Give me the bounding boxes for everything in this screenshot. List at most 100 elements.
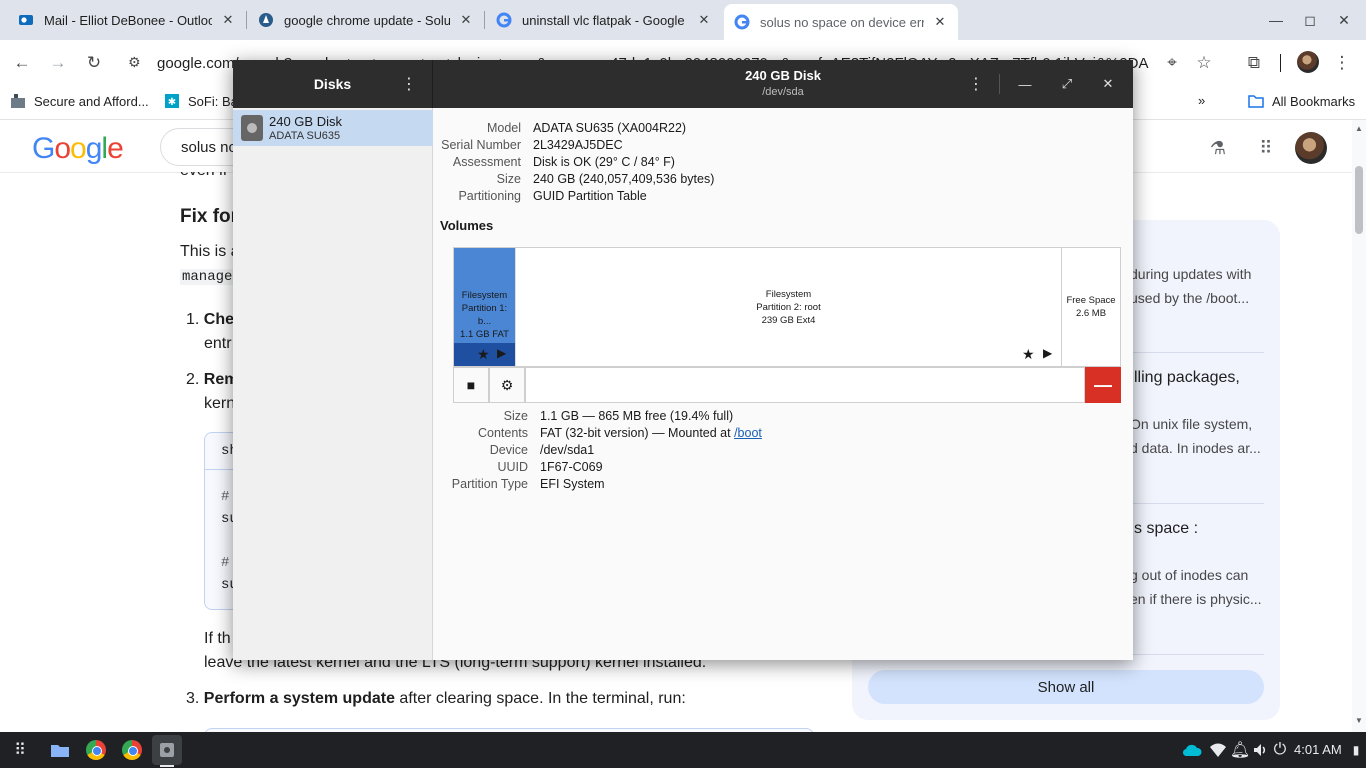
minimize-icon[interactable]: — bbox=[1015, 74, 1035, 94]
close-window-icon[interactable]: ✕ bbox=[1098, 74, 1118, 94]
tab-separator bbox=[246, 11, 247, 29]
page-scrollbar[interactable]: ▲ ▼ bbox=[1352, 120, 1366, 732]
detail-value: FAT (32-bit version) — Mounted at /boot bbox=[540, 426, 762, 440]
forward-icon[interactable]: → bbox=[46, 51, 70, 75]
bookmark-star-icon[interactable]: ☆ bbox=[1192, 51, 1216, 75]
labs-flask-icon[interactable]: ⚗ bbox=[1206, 136, 1230, 160]
step-3: 3. Perform a system update after clearin… bbox=[186, 690, 686, 707]
detail-key: Device bbox=[489, 443, 528, 457]
battery-icon[interactable]: ▮ bbox=[1344, 738, 1366, 762]
clock[interactable]: 4:01 AM bbox=[1294, 742, 1342, 757]
folder-icon bbox=[1248, 93, 1264, 109]
source-title[interactable]: lling packages, bbox=[1134, 369, 1240, 387]
active-app-indicator bbox=[160, 765, 174, 767]
disks-app-icon[interactable] bbox=[152, 735, 182, 765]
site-info-icon[interactable]: ⚙ bbox=[128, 54, 141, 71]
info-key: Partitioning bbox=[458, 189, 521, 203]
apps-grid-icon[interactable]: ⠿ bbox=[1254, 136, 1278, 160]
google-logo[interactable]: Google bbox=[32, 132, 124, 166]
sidebar-item-240gb-disk[interactable]: 240 GB Disk ADATA SU635 bbox=[233, 110, 433, 146]
scroll-down-icon[interactable]: ▼ bbox=[1355, 716, 1363, 725]
disk-menu-icon[interactable]: ⋮ bbox=[966, 74, 986, 94]
files-app-icon[interactable] bbox=[48, 738, 72, 762]
close-tab-icon[interactable]: ✕ bbox=[220, 12, 236, 28]
partition-settings-button[interactable]: ⚙ bbox=[489, 367, 525, 403]
google-account-avatar[interactable] bbox=[1295, 132, 1327, 164]
extensions-icon[interactable]: ⧉ bbox=[1242, 51, 1266, 75]
scroll-up-icon[interactable]: ▲ bbox=[1355, 124, 1363, 133]
partition-2-segment[interactable]: Filesystem Partition 2: root 239 GB Ext4 bbox=[515, 248, 1061, 366]
profile-avatar[interactable] bbox=[1297, 51, 1319, 73]
detail-key: Size bbox=[503, 409, 528, 423]
source-snippet[interactable]: d data. In inodes ar... bbox=[1130, 436, 1261, 460]
inline-code: manage bbox=[180, 269, 235, 285]
back-icon[interactable]: ← bbox=[10, 51, 34, 75]
tab-separator bbox=[484, 11, 485, 29]
sofi-icon: ✱ bbox=[164, 93, 180, 109]
toolbar-divider bbox=[1280, 54, 1281, 72]
disks-sidebar: 240 GB Disk ADATA SU635 bbox=[233, 108, 433, 660]
detail-key: Contents bbox=[477, 426, 528, 440]
free-space-segment[interactable]: Free Space 2.6 MB bbox=[1061, 248, 1120, 366]
disks-window: Disks ⋮ 240 GB Disk /dev/sda ⋮ — ⤢ ✕ 240… bbox=[233, 60, 1133, 660]
svg-text:✱: ✱ bbox=[168, 97, 176, 108]
bookmark-item[interactable]: Secure and Afford... bbox=[10, 93, 149, 109]
boot-mount-link[interactable]: /boot bbox=[734, 426, 762, 440]
minimize-icon[interactable]: — bbox=[1264, 8, 1288, 32]
volumes-heading: Volumes bbox=[440, 218, 494, 233]
tab-chrome-update[interactable]: google chrome update - Solus ✕ bbox=[248, 4, 484, 36]
bookmark-item[interactable]: ✱ SoFi: Ba bbox=[164, 93, 238, 109]
tab-uninstall-vlc[interactable]: uninstall vlc flatpak - Google S ✕ bbox=[486, 4, 722, 36]
unmount-stop-button[interactable]: ■ bbox=[453, 367, 489, 403]
detail-key: UUID bbox=[497, 460, 528, 474]
menu-kebab-icon[interactable]: ⋮ bbox=[1330, 51, 1354, 75]
play-icon: ▶ bbox=[1043, 346, 1053, 360]
maximize-icon[interactable]: ◻ bbox=[1298, 8, 1322, 32]
result-text: This is a bbox=[180, 243, 240, 260]
hard-disk-icon bbox=[241, 115, 263, 141]
chrome-app-icon[interactable] bbox=[84, 738, 108, 762]
detail-value: /dev/sda1 bbox=[540, 443, 595, 457]
step-2: 2. Rem bbox=[186, 371, 239, 388]
close-tab-icon[interactable]: ✕ bbox=[932, 14, 948, 30]
close-tab-icon[interactable]: ✕ bbox=[458, 12, 474, 28]
result-text: If th bbox=[204, 630, 231, 647]
source-snippet[interactable]: during updates with bbox=[1130, 262, 1251, 286]
cloud-sync-icon[interactable] bbox=[1180, 738, 1204, 762]
scrollbar-thumb[interactable] bbox=[1355, 166, 1363, 234]
source-snippet[interactable]: en if there is physic... bbox=[1130, 587, 1262, 611]
maximize-icon[interactable]: ⤢ bbox=[1057, 74, 1077, 94]
app-menu-icon[interactable]: ⋮ bbox=[399, 74, 419, 94]
source-title[interactable]: s space : bbox=[1134, 520, 1198, 538]
play-icon: ▶ bbox=[497, 346, 507, 360]
source-snippet[interactable]: On unix file system, bbox=[1130, 412, 1252, 436]
more-bookmarks-icon[interactable]: » bbox=[1198, 93, 1205, 108]
disks-headerbar: Disks ⋮ 240 GB Disk /dev/sda ⋮ — ⤢ ✕ bbox=[233, 60, 1133, 108]
source-snippet[interactable]: g out of inodes can bbox=[1130, 563, 1248, 587]
tab-solus-no-space[interactable]: solus no space on device error ✕ bbox=[724, 4, 958, 40]
close-tab-icon[interactable]: ✕ bbox=[696, 12, 712, 28]
tab-outlook[interactable]: Mail - Elliot DeBonee - Outlook ✕ bbox=[8, 4, 246, 36]
result-text: kern bbox=[204, 395, 236, 412]
delete-partition-button[interactable]: — bbox=[1085, 367, 1121, 403]
info-value: ADATA SU635 (XA004R22) bbox=[533, 121, 687, 135]
location-icon[interactable]: ⌖ bbox=[1160, 51, 1184, 75]
wifi-icon[interactable] bbox=[1206, 738, 1230, 762]
reload-icon[interactable]: ↻ bbox=[82, 51, 106, 75]
show-all-button[interactable]: Show all bbox=[868, 670, 1264, 704]
result-text: entr bbox=[204, 335, 232, 352]
chrome-app-icon[interactable] bbox=[120, 738, 144, 762]
source-snippet[interactable]: used by the /boot... bbox=[1130, 286, 1249, 310]
system-shelf: ⠿ 🔔︎ ⏻ 4:01 AM ▮ bbox=[0, 732, 1366, 768]
close-window-icon[interactable]: ✕ bbox=[1332, 8, 1356, 32]
launcher-grid-icon[interactable]: ⠿ bbox=[8, 738, 32, 762]
solus-icon bbox=[258, 12, 274, 28]
detail-value: 1F67-C069 bbox=[540, 460, 603, 474]
star-icon: ★ bbox=[477, 346, 490, 362]
all-bookmarks[interactable]: All Bookmarks bbox=[1248, 93, 1355, 109]
volume-toolbar bbox=[525, 367, 1085, 403]
info-key: Model bbox=[486, 121, 521, 135]
power-icon[interactable]: ⏻ bbox=[1268, 738, 1292, 762]
bookmark-favicon-icon bbox=[10, 93, 26, 109]
ai-section-heading: Fix for bbox=[180, 206, 239, 227]
